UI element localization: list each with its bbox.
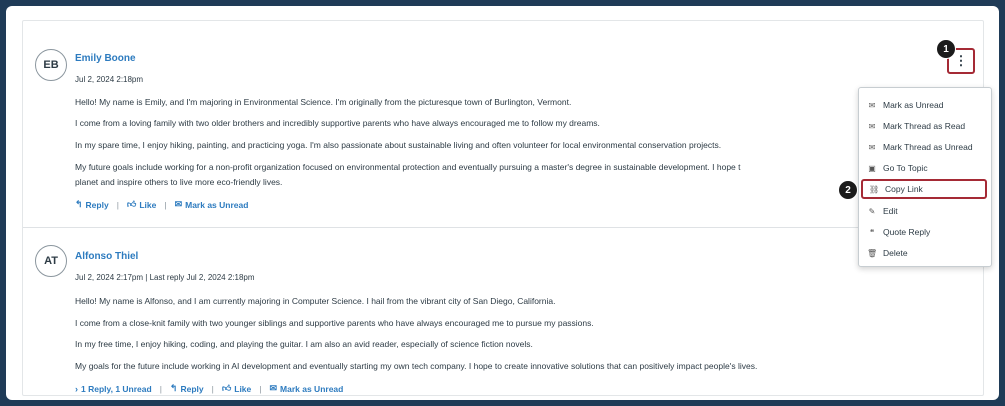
avatar[interactable]: AT bbox=[35, 245, 67, 277]
menu-item-delete[interactable]: 🗑︎ Delete bbox=[867, 244, 985, 262]
mail-icon: ✉ bbox=[868, 100, 876, 110]
avatar[interactable]: EB bbox=[35, 49, 67, 81]
post-body-line: My goals for the future include working … bbox=[75, 361, 758, 371]
mail-open-icon: ✉ bbox=[868, 121, 876, 131]
menu-item-mark-unread[interactable]: ✉ Mark as Unread bbox=[867, 96, 985, 114]
like-button[interactable]: 👍︎ Like bbox=[222, 383, 251, 394]
divider: | bbox=[116, 199, 119, 210]
callout-badge-2: 2 bbox=[838, 180, 858, 200]
menu-item-label: Quote Reply bbox=[883, 227, 931, 237]
discussion-post: AT Alfonso Thiel Jul 2, 2024 2:17pm | La… bbox=[23, 228, 983, 395]
post-actions: › 1 Reply, 1 Unread | ↰ Reply | 👍︎ Like … bbox=[75, 383, 343, 394]
menu-item-mark-thread-unread[interactable]: ✉ Mark Thread as Unread bbox=[867, 138, 985, 156]
menu-item-quote-reply[interactable]: ❝ Quote Reply bbox=[867, 223, 985, 241]
mail-icon: ✉ bbox=[174, 199, 183, 209]
mail-icon: ✉ bbox=[868, 142, 876, 152]
reply-icon: ↰ bbox=[75, 199, 83, 209]
mail-icon: ✉ bbox=[269, 383, 278, 393]
like-label: Like bbox=[234, 383, 252, 394]
post-actions: ↰ Reply | 👍︎ Like | ✉ Mark as Unread bbox=[75, 199, 248, 210]
chevron-right-icon: › bbox=[75, 383, 78, 394]
divider: | bbox=[159, 383, 162, 394]
link-icon: ⛓ bbox=[869, 184, 880, 194]
mark-unread-label: Mark as Unread bbox=[280, 383, 344, 394]
like-icon: 👍︎ bbox=[221, 383, 232, 393]
expand-replies-button[interactable]: › 1 Reply, 1 Unread bbox=[75, 384, 152, 394]
post-body-line: In my free time, I enjoy hiking, coding,… bbox=[75, 339, 533, 349]
menu-item-label: Go To Topic bbox=[883, 163, 928, 173]
reply-button[interactable]: ↰ Reply bbox=[170, 383, 204, 394]
post-body-line: I come from a close-knit family with two… bbox=[75, 318, 594, 328]
post-body-line: planet and inspire others to live more e… bbox=[75, 177, 283, 187]
post-options-menu: ✉ Mark as Unread ✉ Mark Thread as Read ✉… bbox=[858, 87, 992, 267]
kebab-icon: ⋮ bbox=[954, 53, 968, 68]
divider: | bbox=[259, 383, 262, 394]
menu-item-label: Mark as Unread bbox=[883, 100, 944, 110]
post-body-line: My future goals include working for a no… bbox=[75, 162, 741, 172]
like-label: Like bbox=[139, 199, 157, 210]
menu-item-mark-thread-read[interactable]: ✉ Mark Thread as Read bbox=[867, 117, 985, 135]
post-timestamp: Jul 2, 2024 2:18pm bbox=[75, 75, 144, 84]
pencil-icon: ✎ bbox=[868, 206, 876, 216]
author-name[interactable]: Emily Boone bbox=[75, 53, 136, 64]
replies-label: 1 Reply, 1 Unread bbox=[81, 383, 152, 394]
menu-item-edit[interactable]: ✎ Edit bbox=[867, 202, 985, 220]
post-body-line: I come from a loving family with two old… bbox=[75, 118, 600, 128]
divider: | bbox=[211, 383, 214, 394]
menu-item-label: Delete bbox=[883, 248, 908, 258]
post-body-line: Hello! My name is Emily, and I'm majorin… bbox=[75, 97, 572, 107]
like-icon: 👍︎ bbox=[126, 199, 137, 209]
menu-item-label: Edit bbox=[883, 206, 898, 216]
discussion-frame: EB Emily Boone Jul 2, 2024 2:18pm Hello!… bbox=[6, 6, 999, 400]
quote-icon: ❝ bbox=[869, 227, 875, 237]
post-body-line: Hello! My name is Alfonso, and I am curr… bbox=[75, 296, 556, 306]
mark-unread-button[interactable]: ✉ Mark as Unread bbox=[175, 199, 249, 210]
post-body-line: In my spare time, I enjoy hiking, painti… bbox=[75, 140, 722, 150]
author-name[interactable]: Alfonso Thiel bbox=[75, 251, 138, 262]
trash-icon: 🗑︎ bbox=[867, 248, 878, 258]
reply-button[interactable]: ↰ Reply bbox=[75, 199, 109, 210]
reply-label: Reply bbox=[85, 199, 109, 210]
post-timestamp: Jul 2, 2024 2:17pm | Last reply Jul 2, 2… bbox=[75, 273, 255, 282]
menu-item-label: Copy Link bbox=[885, 184, 923, 194]
divider: | bbox=[164, 199, 167, 210]
menu-item-copy-link[interactable]: ⛓ Copy Link bbox=[861, 179, 987, 199]
callout-badge-1: 1 bbox=[936, 39, 956, 59]
discussion-container: EB Emily Boone Jul 2, 2024 2:18pm Hello!… bbox=[22, 20, 992, 396]
discussion-icon: ▣ bbox=[868, 163, 876, 173]
discussion-post: EB Emily Boone Jul 2, 2024 2:18pm Hello!… bbox=[23, 21, 983, 228]
reply-label: Reply bbox=[180, 383, 204, 394]
menu-item-go-to-topic[interactable]: ▣ Go To Topic bbox=[867, 159, 985, 177]
menu-item-label: Mark Thread as Read bbox=[883, 121, 966, 131]
like-button[interactable]: 👍︎ Like bbox=[127, 199, 156, 210]
mark-unread-button[interactable]: ✉ Mark as Unread bbox=[269, 383, 343, 394]
mark-unread-label: Mark as Unread bbox=[185, 199, 249, 210]
menu-item-label: Mark Thread as Unread bbox=[883, 142, 973, 152]
reply-icon: ↰ bbox=[169, 383, 178, 393]
